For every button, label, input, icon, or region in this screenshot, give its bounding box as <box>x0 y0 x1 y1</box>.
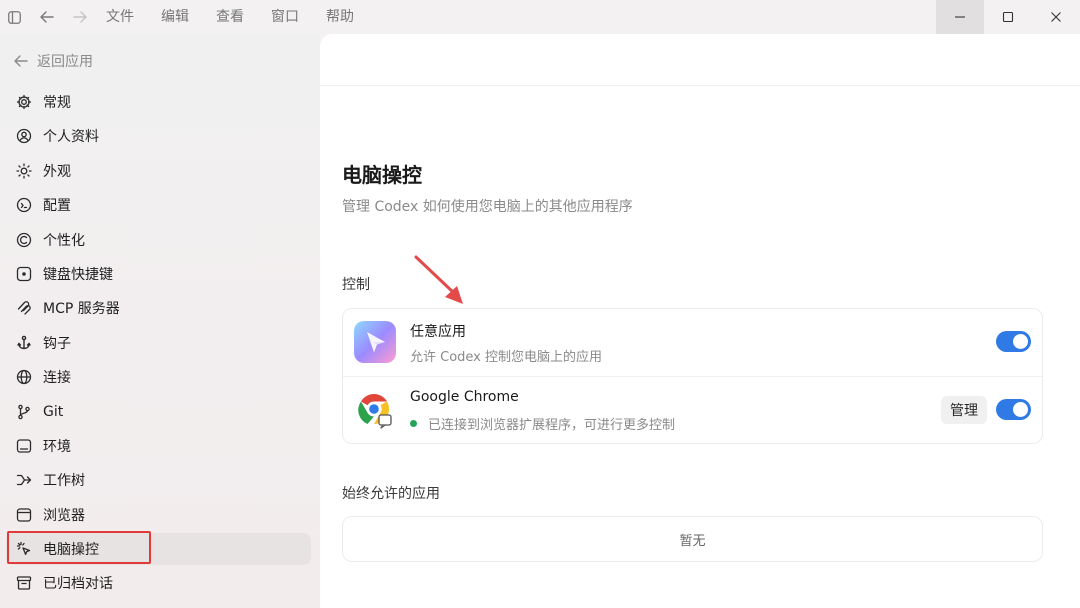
mcp-icon <box>15 299 33 317</box>
sidebar-item-label: MCP 服务器 <box>43 301 120 318</box>
annotation-arrow-icon <box>414 255 463 304</box>
settings-nav: 常规 个人资料 外观 配置 个性化 键盘快捷键 MCP 服务器 钩子 连接 Gi… <box>6 86 311 602</box>
sidebar-item-computer-control[interactable]: 电脑操控 <box>6 533 311 566</box>
sidebar-item-label: 常规 <box>43 95 71 111</box>
chrome-status: 已连接到浏览器扩展程序，可进行更多控制 <box>410 414 675 433</box>
maximize-button[interactable] <box>984 0 1032 34</box>
close-icon <box>1051 12 1061 22</box>
browser-icon <box>15 506 33 524</box>
chrome-toggle[interactable] <box>996 399 1031 420</box>
sidebar-item-mcp-servers[interactable]: MCP 服务器 <box>6 292 311 324</box>
menu-file[interactable]: 文件 <box>106 0 134 34</box>
sidebar-item-label: 电脑操控 <box>43 542 99 559</box>
git-branch-icon <box>15 403 33 421</box>
globe-icon <box>15 368 33 386</box>
connected-status-dot <box>410 420 417 427</box>
back-arrow-icon[interactable] <box>35 5 59 29</box>
sidebar-item-label: 个性化 <box>43 232 85 249</box>
header-divider <box>320 85 1080 86</box>
sidebar-item-label: 已归档对话 <box>43 576 113 593</box>
hook-icon <box>15 334 33 352</box>
sidebar-item-general[interactable]: 常规 <box>6 86 311 118</box>
menu-help[interactable]: 帮助 <box>326 0 354 34</box>
any-app-description-text: 允许 Codex 控制您电脑上的应用 <box>410 350 603 365</box>
close-button[interactable] <box>1032 0 1080 34</box>
menu-bar: 文件 编辑 查看 窗口 帮助 <box>106 0 381 34</box>
forward-arrow-icon[interactable] <box>68 5 92 29</box>
arrow-left-icon <box>14 55 28 67</box>
page-title: 电脑操控 <box>342 163 422 187</box>
environment-icon <box>15 437 33 455</box>
sidebar-item-connections[interactable]: 连接 <box>6 361 311 393</box>
menu-window[interactable]: 窗口 <box>271 0 299 34</box>
back-to-app-link[interactable]: 返回应用 <box>14 51 93 71</box>
worktree-icon <box>15 471 33 489</box>
personalize-icon <box>15 231 33 249</box>
gear-icon <box>15 93 33 111</box>
any-app-icon <box>354 321 396 363</box>
sidebar-item-label: 键盘快捷键 <box>43 266 113 283</box>
back-to-app-label: 返回应用 <box>37 54 93 70</box>
chrome-icon <box>354 389 396 431</box>
any-app-toggle[interactable] <box>996 331 1031 352</box>
sidebar-item-config[interactable]: 配置 <box>6 189 311 221</box>
control-card: 任意应用 允许 Codex 控制您电脑上的应用 Google Chrome 已连… <box>342 308 1043 444</box>
maximize-icon <box>1002 11 1014 23</box>
sun-icon <box>15 162 33 180</box>
sidebar-item-archived-chats[interactable]: 已归档对话 <box>6 567 311 599</box>
control-row-google-chrome: Google Chrome 已连接到浏览器扩展程序，可进行更多控制 管理 <box>343 376 1042 443</box>
settings-sidebar: 返回应用 常规 个人资料 外观 配置 个性化 键盘快捷键 MCP 服务器 钩子 … <box>0 34 320 608</box>
allowed-apps-empty-text: 暂无 <box>679 533 706 549</box>
user-icon <box>15 127 33 145</box>
chrome-app-name: Google Chrome <box>410 389 519 405</box>
sidebar-item-keyboard-shortcuts[interactable]: 键盘快捷键 <box>6 258 311 290</box>
sidebar-item-personalization[interactable]: 个性化 <box>6 224 311 256</box>
sidebar-item-browser[interactable]: 浏览器 <box>6 499 311 531</box>
window-controls <box>936 0 1080 34</box>
sidebar-item-label: 配置 <box>43 198 71 215</box>
settings-main-panel: 电脑操控 管理 Codex 如何使用您电脑上的其他应用程序 控制 任意应用 允许… <box>320 34 1080 608</box>
control-row-any-app: 任意应用 允许 Codex 控制您电脑上的应用 <box>343 309 1042 376</box>
any-app-description: 允许 Codex 控制您电脑上的应用 <box>410 346 602 365</box>
keyboard-icon <box>15 265 33 283</box>
config-icon <box>15 196 33 214</box>
sidebar-item-label: 连接 <box>43 370 71 387</box>
sidebar-item-appearance[interactable]: 外观 <box>6 155 311 187</box>
any-app-name: 任意应用 <box>410 324 466 340</box>
page-subtitle: 管理 Codex 如何使用您电脑上的其他应用程序 <box>342 199 633 215</box>
sidebar-item-label: 环境 <box>43 438 71 455</box>
sidebar-item-profile[interactable]: 个人资料 <box>6 120 311 152</box>
cursor-click-icon <box>15 540 33 558</box>
minimize-button[interactable] <box>936 0 984 34</box>
sidebar-item-label: 外观 <box>43 163 71 180</box>
sidebar-item-label: 工作树 <box>43 473 85 490</box>
sidebar-item-label: Git <box>43 403 64 420</box>
menu-view[interactable]: 查看 <box>216 0 244 34</box>
archive-icon <box>15 574 33 592</box>
allowed-apps-section-label: 始终允许的应用 <box>342 486 440 502</box>
menu-edit[interactable]: 编辑 <box>161 0 189 34</box>
sidebar-item-environment[interactable]: 环境 <box>6 430 311 462</box>
sidebar-item-label: 浏览器 <box>43 507 85 524</box>
sidebar-item-worktree[interactable]: 工作树 <box>6 464 311 496</box>
sidebar-item-hooks[interactable]: 钩子 <box>6 327 311 359</box>
chrome-manage-button[interactable]: 管理 <box>941 396 987 424</box>
sidebar-item-git[interactable]: Git <box>6 396 311 428</box>
title-bar: 文件 编辑 查看 窗口 帮助 <box>0 0 1080 34</box>
control-section-label: 控制 <box>342 277 370 293</box>
allowed-apps-empty-card: 暂无 <box>342 516 1043 562</box>
chrome-status-text: 已连接到浏览器扩展程序，可进行更多控制 <box>428 418 676 433</box>
sidebar-toggle-icon[interactable] <box>2 5 26 29</box>
sidebar-item-label: 钩子 <box>43 335 71 352</box>
minimize-icon <box>955 16 965 18</box>
sidebar-item-label: 个人资料 <box>43 129 99 146</box>
